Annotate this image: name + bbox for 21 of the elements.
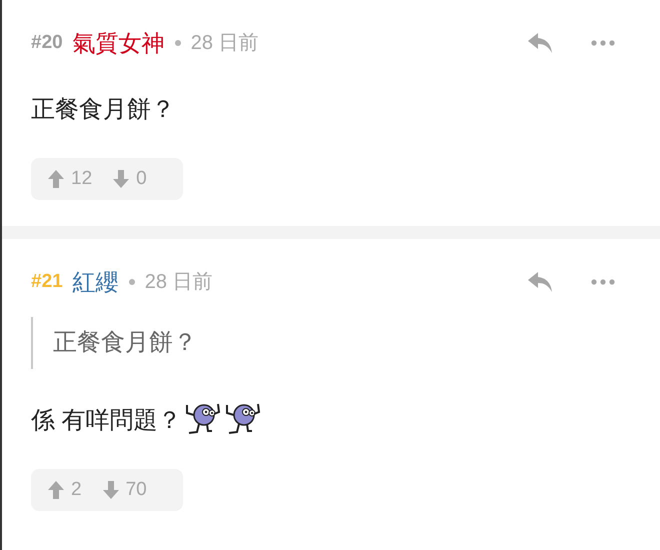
- author-name[interactable]: 氣質女神: [72, 26, 165, 60]
- upvote-button[interactable]: 12: [47, 164, 92, 194]
- downvote-button[interactable]: 70: [102, 476, 147, 504]
- up-arrow-icon: [47, 169, 65, 189]
- post-number: #20: [31, 30, 63, 55]
- post-text: 正餐食月餅？: [31, 95, 175, 125]
- post-time: 28 日前: [144, 270, 213, 295]
- more-icon[interactable]: [591, 40, 615, 46]
- quote-text: 正餐食月餅？: [53, 329, 197, 356]
- down-arrow-icon: [102, 480, 120, 500]
- downvote-button[interactable]: 0: [112, 164, 147, 194]
- post-time: 28 日前: [190, 31, 259, 56]
- more-icon[interactable]: [591, 279, 615, 285]
- down-arrow-icon: [112, 169, 130, 189]
- upvote-button[interactable]: 2: [47, 476, 82, 504]
- reply-icon[interactable]: [527, 271, 553, 293]
- post-number: #21: [31, 270, 63, 294]
- author-name[interactable]: 紅纓: [72, 264, 119, 300]
- up-arrow-icon: [47, 480, 65, 500]
- post-text: 係 有咩問題？: [31, 406, 182, 436]
- reply-icon[interactable]: [527, 32, 553, 54]
